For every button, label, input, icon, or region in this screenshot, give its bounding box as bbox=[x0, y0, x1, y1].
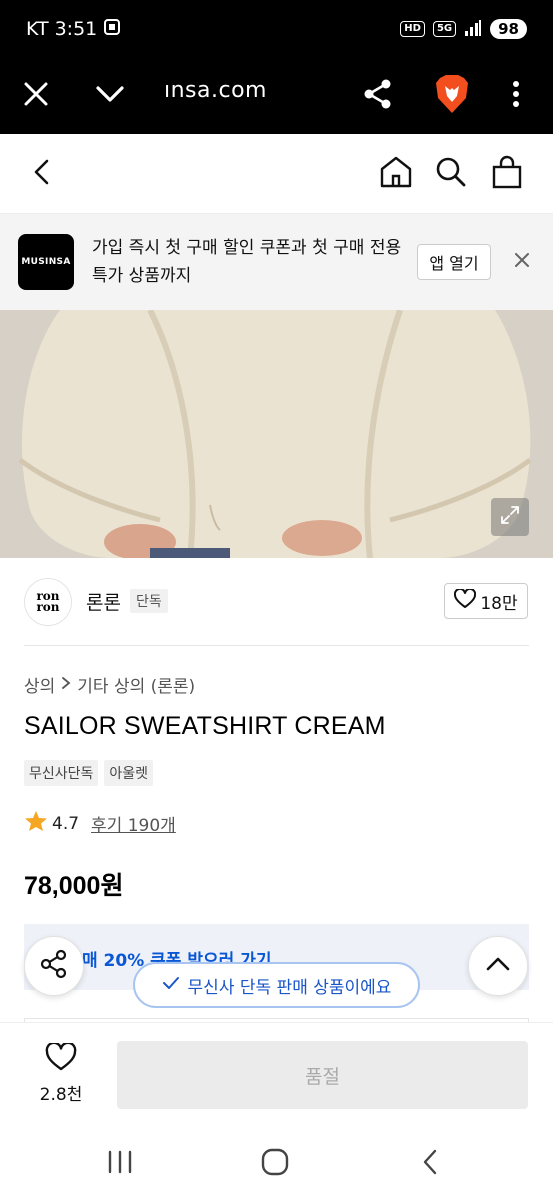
search-button[interactable] bbox=[429, 152, 473, 196]
product-tag: 무신사단독 bbox=[24, 760, 99, 786]
promo-message: 가입 즉시 첫 구매 할인 쿠폰과 첫 구매 전용 특가 상품까지 bbox=[92, 238, 402, 286]
status-bar: KT 3:51 HD 5G 98 bbox=[0, 0, 553, 58]
wishlist-button[interactable]: 2.8천 bbox=[28, 1041, 94, 1107]
battery-indicator: 98 bbox=[490, 19, 527, 39]
purchase-bar: 2.8천 품절 bbox=[0, 1022, 553, 1126]
cart-button[interactable] bbox=[485, 152, 529, 196]
brave-lion-icon bbox=[434, 74, 470, 118]
back-nav-button[interactable] bbox=[405, 1144, 455, 1184]
close-tab-button[interactable] bbox=[14, 74, 58, 118]
more-vertical-icon bbox=[512, 80, 520, 112]
close-icon bbox=[514, 252, 530, 272]
brave-shields-button[interactable] bbox=[430, 74, 474, 118]
scroll-top-button[interactable] bbox=[468, 936, 528, 996]
system-nav-bar bbox=[0, 1126, 553, 1200]
exclusive-toast: 무신사 단독 판매 상품이에요 bbox=[133, 962, 420, 1008]
url-display[interactable]: ınsa.com bbox=[164, 78, 267, 103]
brand-name[interactable]: 론론 bbox=[86, 588, 121, 615]
expand-image-button[interactable] bbox=[491, 498, 529, 536]
carrier-label: KT bbox=[26, 18, 49, 40]
back-button[interactable] bbox=[20, 152, 64, 196]
wishlist-count: 2.8천 bbox=[39, 1085, 83, 1105]
network-badge: 5G bbox=[432, 21, 457, 37]
star-icon bbox=[24, 810, 48, 837]
shopping-bag-icon bbox=[491, 155, 523, 193]
heart-icon bbox=[454, 587, 477, 614]
browser-share-button[interactable] bbox=[356, 74, 400, 118]
close-icon bbox=[23, 81, 49, 111]
home-icon bbox=[379, 155, 413, 193]
browser-toolbar: ınsa.com bbox=[0, 58, 553, 134]
browser-menu-button[interactable] bbox=[494, 74, 538, 118]
share-button[interactable] bbox=[24, 936, 84, 996]
app-promo-banner: MUSINSA 가입 즉시 첫 구매 할인 쿠폰과 첫 구매 전용 특가 상품까… bbox=[0, 214, 553, 310]
rating-value: 4.7 bbox=[52, 813, 80, 834]
brand-like-count: 18만 bbox=[480, 593, 518, 614]
check-icon bbox=[162, 975, 180, 995]
home-nav-button[interactable] bbox=[250, 1144, 300, 1184]
toast-text: 무신사 단독 판매 상품이에요 bbox=[187, 977, 392, 998]
collapse-toolbar-button[interactable] bbox=[88, 74, 132, 118]
breadcrumb-level2[interactable]: 기타 상의 (론론) bbox=[77, 672, 195, 697]
chevron-left-icon bbox=[421, 1148, 439, 1180]
open-app-button[interactable]: 앱 열기 bbox=[417, 244, 491, 280]
brand-logo[interactable]: ron ron bbox=[24, 578, 72, 626]
clock: 3:51 bbox=[54, 18, 98, 40]
home-circle-icon bbox=[261, 1148, 289, 1180]
product-title: SAILOR SWEATSHIRT CREAM bbox=[24, 712, 386, 740]
heart-icon bbox=[45, 1041, 77, 1076]
screenshot-icon bbox=[103, 18, 121, 41]
divider bbox=[24, 645, 529, 646]
breadcrumb: 상의 기타 상의 (론론) bbox=[24, 672, 195, 697]
app-header bbox=[0, 134, 553, 214]
signal-icon bbox=[464, 19, 482, 39]
product-image[interactable] bbox=[0, 310, 553, 558]
reviews-link[interactable]: 후기 190개 bbox=[91, 811, 176, 836]
musinsa-logo: MUSINSA bbox=[18, 234, 74, 290]
exclusive-tag: 단독 bbox=[130, 589, 168, 613]
recent-apps-icon bbox=[107, 1150, 133, 1178]
rating-row: 4.7 후기 190개 bbox=[24, 810, 176, 837]
brand-row: ron ron 론론 단독 18만 bbox=[0, 558, 553, 646]
expand-icon bbox=[499, 504, 521, 530]
breadcrumb-level1[interactable]: 상의 bbox=[24, 672, 55, 697]
hd-badge: HD bbox=[400, 21, 425, 37]
brand-like-button[interactable]: 18만 bbox=[444, 583, 528, 619]
product-price: 78,000원 bbox=[24, 872, 124, 900]
search-icon bbox=[435, 156, 467, 192]
chevron-up-icon bbox=[485, 956, 511, 976]
status-left: KT 3:51 bbox=[26, 18, 121, 41]
home-button[interactable] bbox=[374, 152, 418, 196]
status-right: HD 5G 98 bbox=[400, 19, 527, 39]
recent-apps-button[interactable] bbox=[95, 1144, 145, 1184]
product-tag: 아울렛 bbox=[104, 760, 154, 786]
chevron-right-icon bbox=[61, 675, 71, 695]
soldout-button[interactable]: 품절 bbox=[117, 1041, 528, 1109]
share-icon bbox=[362, 78, 394, 114]
chevron-down-icon bbox=[95, 84, 125, 108]
sweatshirt-photo bbox=[0, 310, 553, 558]
chevron-left-icon bbox=[32, 158, 52, 190]
brand-logo-line2: ron bbox=[36, 600, 60, 614]
share-icon bbox=[39, 949, 69, 983]
banner-close-button[interactable] bbox=[506, 244, 538, 280]
product-tags: 무신사단독 아울렛 bbox=[24, 760, 154, 786]
